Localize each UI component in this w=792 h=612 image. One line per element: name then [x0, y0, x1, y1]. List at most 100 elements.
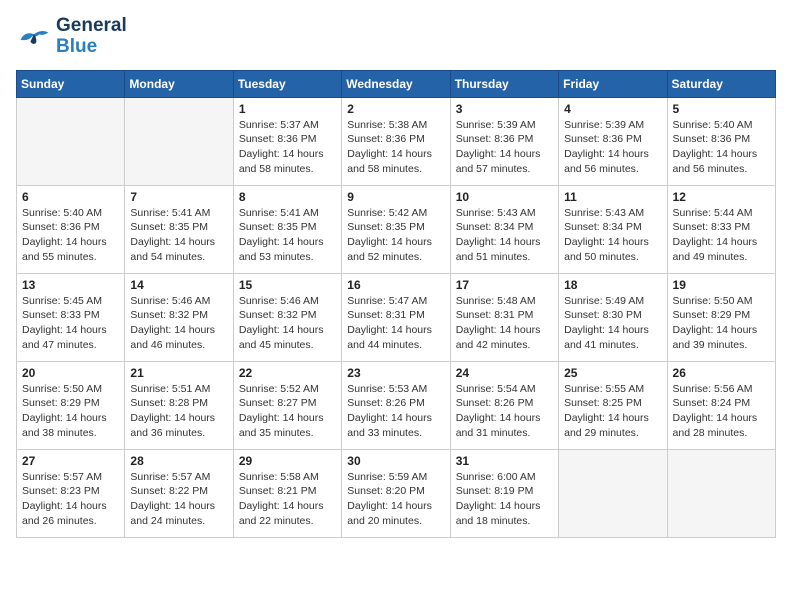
day-info: Sunrise: 5:46 AMSunset: 8:32 PMDaylight:… [130, 294, 227, 353]
calendar-cell: 22Sunrise: 5:52 AMSunset: 8:27 PMDayligh… [233, 361, 341, 449]
calendar-cell: 20 Sunrise: 5:50 AMSunset: 8:29 PMDayligh… [17, 361, 125, 449]
day-info: Sunrise: 5:55 AMSunset: 8:25 PMDaylight:… [564, 382, 661, 441]
day-number: 25 [564, 366, 661, 380]
calendar-cell: 4 Sunrise: 5:39 AMSunset: 8:36 PMDaylight… [559, 97, 667, 185]
calendar-header: SundayMondayTuesdayWednesdayThursdayFrid… [17, 70, 776, 97]
calendar-cell: 13 Sunrise: 5:45 AMSunset: 8:33 PMDayligh… [17, 273, 125, 361]
calendar-cell: 25 Sunrise: 5:55 AMSunset: 8:25 PMDayligh… [559, 361, 667, 449]
calendar-cell: 24 Sunrise: 5:54 AMSunset: 8:26 PMDayligh… [450, 361, 558, 449]
calendar-cell: 23 Sunrise: 5:53 AMSunset: 8:26 PMDayligh… [342, 361, 450, 449]
weekday-header-saturday: Saturday [667, 70, 775, 97]
day-number: 18 [564, 278, 661, 292]
day-number: 30 [347, 454, 444, 468]
day-number: 1 [239, 102, 336, 116]
day-number: 14 [130, 278, 227, 292]
calendar-cell: 16Sunrise: 5:47 AMSunset: 8:31 PMDayligh… [342, 273, 450, 361]
logo: General Blue [16, 16, 127, 58]
calendar-week-3: 13 Sunrise: 5:45 AMSunset: 8:33 PMDayligh… [17, 273, 776, 361]
day-number: 26 [673, 366, 770, 380]
calendar-cell: 29 Sunrise: 5:58 AMSunset: 8:21 PMDayligh… [233, 449, 341, 537]
day-info: Sunrise: 5:39 AMSunset: 8:36 PMDaylight:… [564, 118, 661, 177]
calendar-week-4: 20 Sunrise: 5:50 AMSunset: 8:29 PMDayligh… [17, 361, 776, 449]
calendar-cell: 3 Sunrise: 5:39 AMSunset: 8:36 PMDaylight… [450, 97, 558, 185]
calendar-cell: 2Sunrise: 5:38 AMSunset: 8:36 PMDaylight… [342, 97, 450, 185]
logo-text: General Blue [56, 16, 127, 58]
calendar-cell: 8Sunrise: 5:41 AMSunset: 8:35 PMDaylight… [233, 185, 341, 273]
day-info: Sunrise: 5:52 AMSunset: 8:27 PMDaylight:… [239, 382, 336, 441]
day-info: Sunrise: 5:57 AMSunset: 8:22 PMDaylight:… [130, 470, 227, 529]
day-number: 2 [347, 102, 444, 116]
day-number: 7 [130, 190, 227, 204]
day-number: 13 [22, 278, 119, 292]
day-info: Sunrise: 5:53 AMSunset: 8:26 PMDaylight:… [347, 382, 444, 441]
day-info: Sunrise: 5:40 AMSunset: 8:36 PMDaylight:… [22, 206, 119, 265]
calendar-cell: 18 Sunrise: 5:49 AMSunset: 8:30 PMDayligh… [559, 273, 667, 361]
day-info: Sunrise: 5:42 AMSunset: 8:35 PMDaylight:… [347, 206, 444, 265]
day-info: Sunrise: 5:40 AMSunset: 8:36 PMDaylight:… [673, 118, 770, 177]
calendar-cell: 21Sunrise: 5:51 AMSunset: 8:28 PMDayligh… [125, 361, 233, 449]
weekday-header-tuesday: Tuesday [233, 70, 341, 97]
day-info: Sunrise: 5:39 AMSunset: 8:36 PMDaylight:… [456, 118, 553, 177]
day-number: 29 [239, 454, 336, 468]
calendar-cell: 28 Sunrise: 5:57 AMSunset: 8:22 PMDayligh… [125, 449, 233, 537]
day-info: Sunrise: 6:00 AMSunset: 8:19 PMDaylight:… [456, 470, 553, 529]
calendar-table: SundayMondayTuesdayWednesdayThursdayFrid… [16, 70, 776, 538]
day-number: 9 [347, 190, 444, 204]
calendar-cell: 12 Sunrise: 5:44 AMSunset: 8:33 PMDayligh… [667, 185, 775, 273]
day-number: 5 [673, 102, 770, 116]
day-info: Sunrise: 5:54 AMSunset: 8:26 PMDaylight:… [456, 382, 553, 441]
day-info: Sunrise: 5:43 AMSunset: 8:34 PMDaylight:… [564, 206, 661, 265]
day-number: 6 [22, 190, 119, 204]
calendar-cell [559, 449, 667, 537]
day-number: 17 [456, 278, 553, 292]
day-number: 10 [456, 190, 553, 204]
calendar-cell: 17Sunrise: 5:48 AMSunset: 8:31 PMDayligh… [450, 273, 558, 361]
calendar-cell: 1Sunrise: 5:37 AMSunset: 8:36 PMDaylight… [233, 97, 341, 185]
calendar-body: 1Sunrise: 5:37 AMSunset: 8:36 PMDaylight… [17, 97, 776, 537]
logo-icon [16, 23, 52, 51]
day-info: Sunrise: 5:56 AMSunset: 8:24 PMDaylight:… [673, 382, 770, 441]
calendar-cell: 27 Sunrise: 5:57 AMSunset: 8:23 PMDayligh… [17, 449, 125, 537]
day-info: Sunrise: 5:50 AMSunset: 8:29 PMDaylight:… [22, 382, 119, 441]
day-number: 4 [564, 102, 661, 116]
calendar-cell: 10 Sunrise: 5:43 AMSunset: 8:34 PMDayligh… [450, 185, 558, 273]
weekday-header-monday: Monday [125, 70, 233, 97]
calendar-cell: 30 Sunrise: 5:59 AMSunset: 8:20 PMDayligh… [342, 449, 450, 537]
day-number: 28 [130, 454, 227, 468]
calendar-cell: 15 Sunrise: 5:46 AMSunset: 8:32 PMDayligh… [233, 273, 341, 361]
day-info: Sunrise: 5:43 AMSunset: 8:34 PMDaylight:… [456, 206, 553, 265]
day-number: 24 [456, 366, 553, 380]
calendar-cell: 19Sunrise: 5:50 AMSunset: 8:29 PMDayligh… [667, 273, 775, 361]
day-info: Sunrise: 5:59 AMSunset: 8:20 PMDaylight:… [347, 470, 444, 529]
day-info: Sunrise: 5:46 AMSunset: 8:32 PMDaylight:… [239, 294, 336, 353]
day-info: Sunrise: 5:44 AMSunset: 8:33 PMDaylight:… [673, 206, 770, 265]
calendar-cell [17, 97, 125, 185]
day-number: 12 [673, 190, 770, 204]
day-number: 23 [347, 366, 444, 380]
day-info: Sunrise: 5:58 AMSunset: 8:21 PMDaylight:… [239, 470, 336, 529]
day-info: Sunrise: 5:51 AMSunset: 8:28 PMDaylight:… [130, 382, 227, 441]
day-number: 27 [22, 454, 119, 468]
day-number: 31 [456, 454, 553, 468]
calendar-week-5: 27 Sunrise: 5:57 AMSunset: 8:23 PMDayligh… [17, 449, 776, 537]
weekday-header-thursday: Thursday [450, 70, 558, 97]
calendar-cell: 14 Sunrise: 5:46 AMSunset: 8:32 PMDayligh… [125, 273, 233, 361]
calendar-cell: 11Sunrise: 5:43 AMSunset: 8:34 PMDayligh… [559, 185, 667, 273]
calendar-cell [125, 97, 233, 185]
day-number: 16 [347, 278, 444, 292]
day-info: Sunrise: 5:45 AMSunset: 8:33 PMDaylight:… [22, 294, 119, 353]
day-number: 15 [239, 278, 336, 292]
calendar-cell: 9 Sunrise: 5:42 AMSunset: 8:35 PMDaylight… [342, 185, 450, 273]
day-number: 3 [456, 102, 553, 116]
day-number: 8 [239, 190, 336, 204]
day-info: Sunrise: 5:50 AMSunset: 8:29 PMDaylight:… [673, 294, 770, 353]
day-info: Sunrise: 5:57 AMSunset: 8:23 PMDaylight:… [22, 470, 119, 529]
calendar-cell: 6 Sunrise: 5:40 AMSunset: 8:36 PMDaylight… [17, 185, 125, 273]
page-header: General Blue [16, 16, 776, 58]
weekday-header-friday: Friday [559, 70, 667, 97]
calendar-week-1: 1Sunrise: 5:37 AMSunset: 8:36 PMDaylight… [17, 97, 776, 185]
calendar-cell: 5 Sunrise: 5:40 AMSunset: 8:36 PMDaylight… [667, 97, 775, 185]
day-info: Sunrise: 5:49 AMSunset: 8:30 PMDaylight:… [564, 294, 661, 353]
calendar-cell [667, 449, 775, 537]
day-number: 20 [22, 366, 119, 380]
